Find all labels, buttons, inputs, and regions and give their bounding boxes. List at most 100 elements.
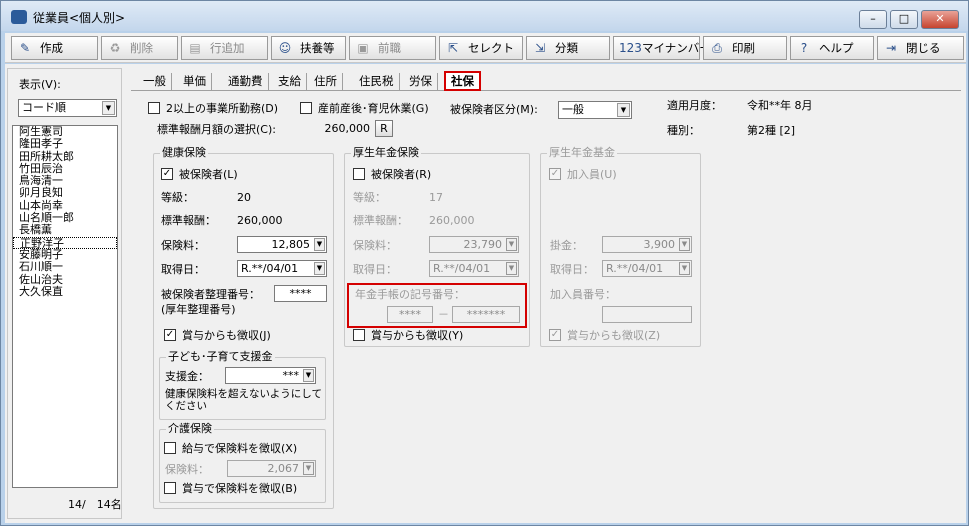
health-grade-label: 等級：	[161, 191, 194, 204]
delete-button[interactable]: ♻ 削除	[101, 36, 178, 60]
tab-3[interactable]: 支給	[273, 73, 307, 90]
health-number-label: 被保険者整理番号：	[161, 288, 260, 301]
title-bar[interactable]: 従業員<個人別> – □ ✕	[1, 1, 968, 31]
pension-insured-label: 被保険者(R)	[371, 168, 432, 181]
std-select-value: 260,000	[296, 120, 374, 137]
classify-label: 分類	[555, 41, 578, 55]
maternity-leave-checkbox[interactable]: 産前産後･育児休業(G)	[300, 102, 429, 116]
checkbox-box[interactable]	[164, 442, 176, 454]
close-button[interactable]: ⇥ 閉じる	[877, 36, 964, 60]
employee-list-item[interactable]: 卯月良知	[13, 187, 117, 199]
previous-job-button[interactable]: ▣ 前職	[349, 36, 436, 60]
health-premium-field[interactable]: 12,805 ▼	[237, 236, 327, 253]
care-premium-field: 2,067 ▼	[227, 460, 316, 477]
tab-4[interactable]: 住所	[309, 73, 343, 90]
employee-list-item[interactable]: 石川順一	[13, 261, 117, 273]
dependents-button[interactable]: ☺ 扶養等	[271, 36, 346, 60]
pension-grade-label: 等級：	[353, 191, 386, 204]
fund-acquired-value: R.**/04/01	[606, 262, 664, 275]
display-order-select[interactable]: コード順 ▼	[18, 99, 117, 117]
checkbox-box[interactable]	[353, 168, 365, 180]
dependents-icon: ☺	[278, 41, 292, 55]
tab-2[interactable]: 通勤費	[223, 73, 269, 90]
insured-class-select[interactable]: 一般 ▼	[558, 101, 632, 119]
pension-book-dash: －	[438, 308, 449, 321]
health-group-title: 健康保険	[160, 146, 208, 160]
pension-premium-field: 23,790 ▼	[429, 236, 519, 253]
chevron-down-icon[interactable]: ▼	[314, 238, 325, 251]
tab-7[interactable]: 社保	[444, 71, 481, 91]
insured-class-value: 一般	[562, 103, 584, 116]
care-bonus-checkbox[interactable]: 賞与で保険料を徴収(B)	[164, 482, 297, 496]
select-label: セレクト	[468, 41, 514, 55]
pension-book-field-1: ****	[387, 306, 433, 323]
chevron-down-icon: ▼	[506, 238, 517, 251]
type-value: 第2種 [2]	[747, 124, 796, 137]
chevron-down-icon[interactable]: ▼	[617, 103, 630, 117]
mynumber-label: マイナンバー	[642, 41, 711, 55]
create-button[interactable]: ✎ 作成	[11, 36, 98, 60]
tab-6[interactable]: 労保	[404, 73, 438, 90]
pension-bonus-checkbox[interactable]: 賞与からも徴収(Y)	[353, 329, 463, 343]
health-acquired-field[interactable]: R.**/04/01 ▼	[237, 260, 327, 277]
health-premium-label: 保険料：	[161, 239, 205, 252]
fund-bonus-label: 賞与からも徴収(Z)	[567, 329, 661, 342]
chevron-down-icon: ▼	[679, 262, 690, 275]
check-icon[interactable]: ✓	[161, 168, 173, 180]
application-window: 従業員<個人別> – □ ✕ ✎ 作成 ♻ 削除 ▤ 行追加 ☺ 扶養等 ▣ 前職 ⇱ セレクト ⇲ 分類…	[0, 0, 969, 526]
maximize-button[interactable]: □	[890, 10, 918, 29]
mynumber-button[interactable]: 123 マイナンバー	[613, 36, 711, 60]
checkbox-box[interactable]	[148, 102, 160, 114]
employee-list-item[interactable]: 大久保直	[13, 285, 117, 298]
chevron-down-icon[interactable]: ▼	[303, 369, 314, 382]
checkbox-box[interactable]	[300, 102, 312, 114]
health-insured-label: 被保険者(L)	[179, 168, 238, 181]
checkbox-box[interactable]	[353, 329, 365, 341]
toolbar: ✎ 作成 ♻ 削除 ▤ 行追加 ☺ 扶養等 ▣ 前職 ⇱ セレクト ⇲ 分類 123 マイナンバー ⎙ 印刷? ヘル…	[5, 33, 966, 63]
apply-month-label: 適用月度：	[667, 99, 722, 112]
tab-0[interactable]: 一般	[138, 73, 172, 90]
add-row-label: 行追加	[210, 41, 245, 55]
check-icon: ✓	[549, 329, 561, 341]
health-bonus-checkbox[interactable]: ✓ 賞与からも徴収(J)	[164, 329, 271, 343]
pension-insured-checkbox[interactable]: 被保険者(R)	[353, 168, 431, 182]
check-icon[interactable]: ✓	[164, 329, 176, 341]
chevron-down-icon: ▼	[679, 238, 690, 251]
employee-list-item[interactable]: 隆田孝子	[13, 138, 117, 150]
child-support-field[interactable]: *** ▼	[225, 367, 316, 384]
chevron-down-icon: ▼	[303, 462, 314, 475]
add-row-icon: ▤	[189, 41, 201, 55]
chevron-down-icon[interactable]: ▼	[102, 101, 115, 115]
chevron-down-icon[interactable]: ▼	[314, 262, 325, 275]
std-select-r-button[interactable]: R	[375, 120, 393, 137]
fund-acquired-field: R.**/04/01 ▼	[602, 260, 692, 277]
care-salary-label: 給与で保険料を徴収(X)	[182, 442, 298, 455]
employee-list-item[interactable]: 佐山治夫	[13, 273, 117, 286]
classify-icon: ⇲	[534, 41, 546, 55]
fund-premium-label: 掛金：	[550, 239, 583, 252]
multi-office-checkbox[interactable]: 2以上の事業所勤務(D)	[148, 102, 278, 116]
print-label: 印刷	[732, 41, 755, 55]
health-number-field[interactable]: ****	[274, 285, 327, 302]
checkbox-box[interactable]	[164, 482, 176, 494]
tab-5[interactable]: 住民税	[354, 73, 400, 90]
health-number-label-2: (厚年整理番号)	[161, 303, 236, 316]
help-button[interactable]: ? ヘルプ	[790, 36, 874, 60]
classify-button[interactable]: ⇲ 分類	[526, 36, 610, 60]
health-acquired-value: R.**/04/01	[241, 262, 299, 275]
close-window-button[interactable]: ✕	[921, 10, 959, 29]
tab-1[interactable]: 単価	[178, 73, 212, 90]
print-button[interactable]: ⎙ 印刷	[703, 36, 787, 60]
health-acquired-label: 取得日：	[161, 263, 205, 276]
employee-count: 14/ 14名	[68, 498, 122, 511]
care-salary-checkbox[interactable]: 給与で保険料を徴収(X)	[164, 442, 297, 456]
employee-list-item[interactable]: 長橋薫	[13, 224, 117, 236]
select-button[interactable]: ⇱ セレクト	[439, 36, 523, 60]
health-insured-checkbox[interactable]: ✓ 被保険者(L)	[161, 168, 238, 182]
employee-list[interactable]: 阿生憲司 隆田孝子 田所耕太郎 竹田辰治 鳥海清一 卯月良知 山本尚幸 山名順一郎 長橋薫 正野洋…	[12, 125, 118, 488]
add-row-button[interactable]: ▤ 行追加	[181, 36, 268, 60]
child-support-value: ***	[282, 369, 300, 382]
child-support-note: 健康保険料を超えないようにしてください	[165, 388, 322, 412]
close-label: 閉じる	[906, 41, 941, 55]
minimize-button[interactable]: –	[859, 10, 887, 29]
